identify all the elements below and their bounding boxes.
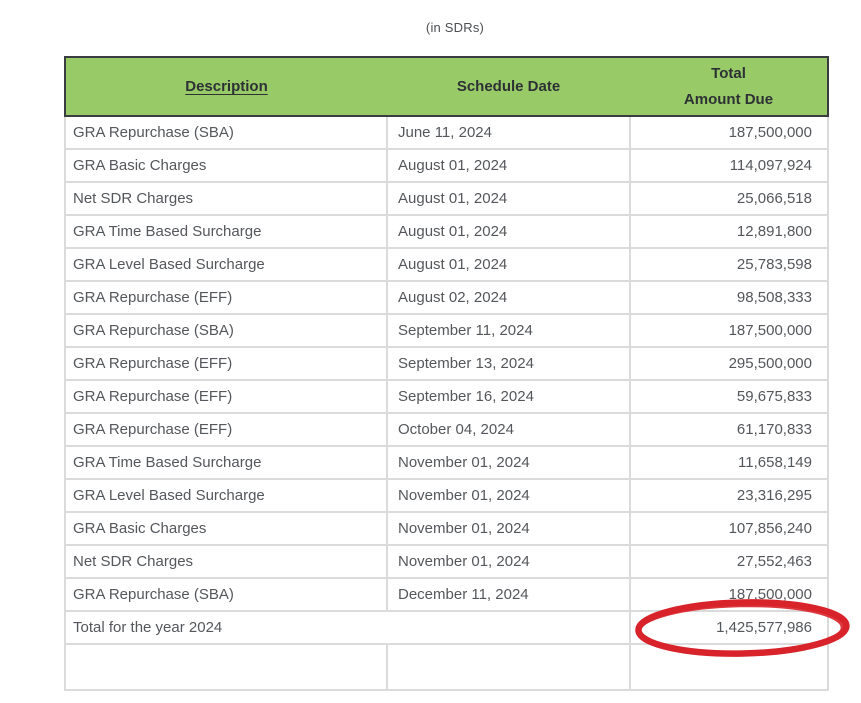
cell-description: GRA Repurchase (SBA): [65, 116, 387, 149]
cell-amount: 12,891,800: [630, 215, 828, 248]
table-body: GRA Repurchase (SBA) June 11, 2024 187,5…: [65, 116, 828, 611]
table-row: GRA Level Based Surcharge August 01, 202…: [65, 248, 828, 281]
table-row: GRA Level Based Surcharge November 01, 2…: [65, 479, 828, 512]
cell-amount: 11,658,149: [630, 446, 828, 479]
cell-description: GRA Time Based Surcharge: [65, 215, 387, 248]
cell-schedule-date: August 01, 2024: [387, 248, 630, 281]
cell-description: GRA Repurchase (EFF): [65, 347, 387, 380]
table-row: GRA Repurchase (EFF) September 16, 2024 …: [65, 380, 828, 413]
cell-description: GRA Level Based Surcharge: [65, 248, 387, 281]
column-header-schedule-date: Schedule Date: [387, 57, 630, 116]
cell-schedule-date: August 01, 2024: [387, 215, 630, 248]
cell-amount: 25,783,598: [630, 248, 828, 281]
cell-schedule-date: November 01, 2024: [387, 446, 630, 479]
cell-schedule-date: November 01, 2024: [387, 479, 630, 512]
cell-amount: 27,552,463: [630, 545, 828, 578]
table-row-clipped: [65, 644, 828, 690]
cell-description: GRA Repurchase (EFF): [65, 380, 387, 413]
cell-schedule-date: August 01, 2024: [387, 182, 630, 215]
total-row: Total for the year 2024 1,425,577,986: [65, 611, 828, 644]
table-row: GRA Repurchase (EFF) September 13, 2024 …: [65, 347, 828, 380]
cell-description: Net SDR Charges: [65, 545, 387, 578]
cell-schedule-date: September 16, 2024: [387, 380, 630, 413]
cell-amount: 23,316,295: [630, 479, 828, 512]
table-row: GRA Repurchase (SBA) September 11, 2024 …: [65, 314, 828, 347]
cell-description: GRA Basic Charges: [65, 149, 387, 182]
cell-amount: 25,066,518: [630, 182, 828, 215]
table-row: Net SDR Charges November 01, 2024 27,552…: [65, 545, 828, 578]
table-row: GRA Time Based Surcharge August 01, 2024…: [65, 215, 828, 248]
table-footer: Total for the year 2024 1,425,577,986: [65, 611, 828, 690]
table-row: Net SDR Charges August 01, 2024 25,066,5…: [65, 182, 828, 215]
table-row: GRA Basic Charges August 01, 2024 114,09…: [65, 149, 828, 182]
column-header-total-amount-due: Total Amount Due: [630, 57, 828, 116]
table-header: Description Schedule Date Total Amount D…: [65, 57, 828, 116]
column-header-description-label[interactable]: Description: [185, 78, 268, 95]
table-row: GRA Repurchase (SBA) June 11, 2024 187,5…: [65, 116, 828, 149]
table-row: GRA Basic Charges November 01, 2024 107,…: [65, 512, 828, 545]
cell-amount: 107,856,240: [630, 512, 828, 545]
table-row: GRA Repurchase (EFF) August 02, 2024 98,…: [65, 281, 828, 314]
header-row: Description Schedule Date Total Amount D…: [65, 57, 828, 116]
cell-amount: 187,500,000: [630, 314, 828, 347]
column-header-total-line2: Amount Due: [630, 87, 827, 113]
cell-amount: 114,097,924: [630, 149, 828, 182]
cell-amount: 61,170,833: [630, 413, 828, 446]
cell-amount: 98,508,333: [630, 281, 828, 314]
cell-description: GRA Level Based Surcharge: [65, 479, 387, 512]
clipped-cell: [630, 644, 828, 690]
cell-description: GRA Basic Charges: [65, 512, 387, 545]
payment-schedule-table: Description Schedule Date Total Amount D…: [64, 56, 829, 691]
cell-schedule-date: September 13, 2024: [387, 347, 630, 380]
column-header-description[interactable]: Description: [65, 57, 387, 116]
cell-description: GRA Repurchase (EFF): [65, 413, 387, 446]
total-row-amount-cell: 1,425,577,986: [630, 611, 828, 644]
cell-schedule-date: August 01, 2024: [387, 149, 630, 182]
cell-amount: 187,500,000: [630, 116, 828, 149]
cell-amount: 295,500,000: [630, 347, 828, 380]
cell-description: GRA Repurchase (EFF): [65, 281, 387, 314]
total-amount-value: 1,425,577,986: [716, 619, 812, 636]
table-row: GRA Repurchase (SBA) December 11, 2024 1…: [65, 578, 828, 611]
clipped-cell: [387, 644, 630, 690]
table-row: GRA Repurchase (EFF) October 04, 2024 61…: [65, 413, 828, 446]
table-unit-caption: (in SDRs): [65, 20, 845, 35]
cell-schedule-date: November 01, 2024: [387, 512, 630, 545]
clipped-cell: [65, 644, 387, 690]
cell-schedule-date: August 02, 2024: [387, 281, 630, 314]
table-row: GRA Time Based Surcharge November 01, 20…: [65, 446, 828, 479]
cell-description: GRA Repurchase (SBA): [65, 578, 387, 611]
cell-description: GRA Time Based Surcharge: [65, 446, 387, 479]
cell-description: GRA Repurchase (SBA): [65, 314, 387, 347]
cell-schedule-date: November 01, 2024: [387, 545, 630, 578]
cell-schedule-date: October 04, 2024: [387, 413, 630, 446]
cell-amount: 187,500,000: [630, 578, 828, 611]
cell-amount: 59,675,833: [630, 380, 828, 413]
column-header-total-line1: Total: [630, 61, 827, 87]
total-row-label: Total for the year 2024: [65, 611, 630, 644]
cell-schedule-date: September 11, 2024: [387, 314, 630, 347]
cell-schedule-date: June 11, 2024: [387, 116, 630, 149]
payment-schedule-table-container: Description Schedule Date Total Amount D…: [64, 56, 829, 691]
cell-description: Net SDR Charges: [65, 182, 387, 215]
cell-schedule-date: December 11, 2024: [387, 578, 630, 611]
